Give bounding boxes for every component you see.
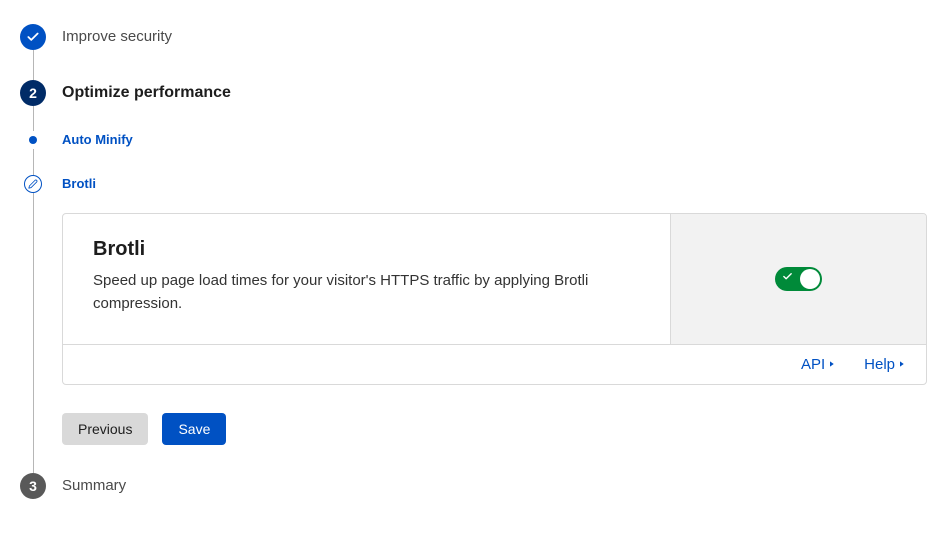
step-summary[interactable]: 3 Summary	[20, 473, 927, 499]
step-title: Summary	[62, 473, 927, 499]
pencil-icon	[24, 175, 42, 193]
brotli-toggle[interactable]	[775, 267, 822, 291]
previous-button[interactable]: Previous	[62, 413, 148, 445]
step-optimize-performance[interactable]: 2 Optimize performance	[20, 80, 927, 131]
caret-right-icon	[897, 358, 906, 370]
connector	[33, 106, 34, 131]
step-improve-security[interactable]: Improve security	[20, 24, 927, 80]
substep-label: Auto Minify	[62, 131, 927, 149]
step-title: Optimize performance	[62, 80, 927, 106]
step-number-icon: 2	[20, 80, 46, 106]
link-label: Help	[864, 356, 895, 373]
link-label: API	[801, 356, 825, 373]
substep-brotli[interactable]: Brotli Brotli Speed up page load times f…	[20, 175, 927, 473]
dot-icon	[29, 136, 37, 144]
setting-card-brotli: Brotli Speed up page load times for your…	[62, 213, 927, 385]
caret-right-icon	[827, 358, 836, 370]
help-link[interactable]: Help	[864, 356, 906, 373]
connector	[33, 50, 34, 80]
check-icon	[782, 271, 793, 282]
connector	[33, 149, 34, 175]
toggle-knob	[800, 269, 820, 289]
substep-label: Brotli	[62, 175, 927, 193]
substep-auto-minify[interactable]: Auto Minify	[20, 131, 927, 175]
check-icon	[20, 24, 46, 50]
step-number-icon: 3	[20, 473, 46, 499]
api-link[interactable]: API	[801, 356, 836, 373]
step-title: Improve security	[62, 24, 927, 50]
save-button[interactable]: Save	[162, 413, 226, 445]
card-title: Brotli	[93, 238, 640, 261]
card-description: Speed up page load times for your visito…	[93, 269, 613, 316]
connector	[33, 193, 34, 473]
